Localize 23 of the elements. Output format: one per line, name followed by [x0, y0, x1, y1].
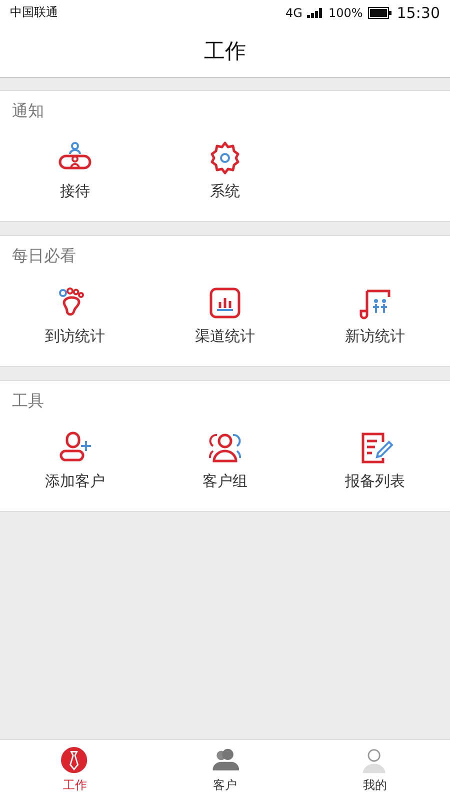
tab-item[interactable]: 我的 [300, 740, 450, 800]
network-type: 4G [286, 6, 302, 20]
shortcut-item[interactable]: 系统 [150, 136, 300, 205]
section-title: 工具 [11, 391, 44, 412]
battery-icon [368, 6, 392, 18]
carrier-name: 中国联通 [10, 4, 58, 21]
bar-chart-icon [207, 285, 243, 321]
page-title: 工作 [204, 38, 246, 65]
shortcut-item[interactable]: 添加客户 [0, 426, 150, 495]
section-title: 每日必看 [11, 246, 76, 267]
tie-icon [61, 746, 89, 774]
shortcut-item[interactable]: 到访统计 [0, 281, 150, 350]
section-title: 通知 [11, 101, 44, 122]
tab-item[interactable]: 工作 [0, 740, 150, 800]
tab-item[interactable]: 客户 [150, 740, 300, 800]
shortcut-item[interactable]: 客户组 [150, 426, 300, 495]
shortcut-item[interactable]: 渠道统计 [150, 281, 300, 350]
shortcut-item[interactable]: 接待 [0, 136, 150, 205]
battery-percent: 100% [328, 6, 363, 20]
shortcut-item[interactable]: 新访统计 [300, 281, 450, 350]
shortcut-item[interactable]: 报备列表 [300, 426, 450, 495]
signal-icon [307, 8, 324, 18]
clock-time: 15:30 [396, 4, 440, 22]
